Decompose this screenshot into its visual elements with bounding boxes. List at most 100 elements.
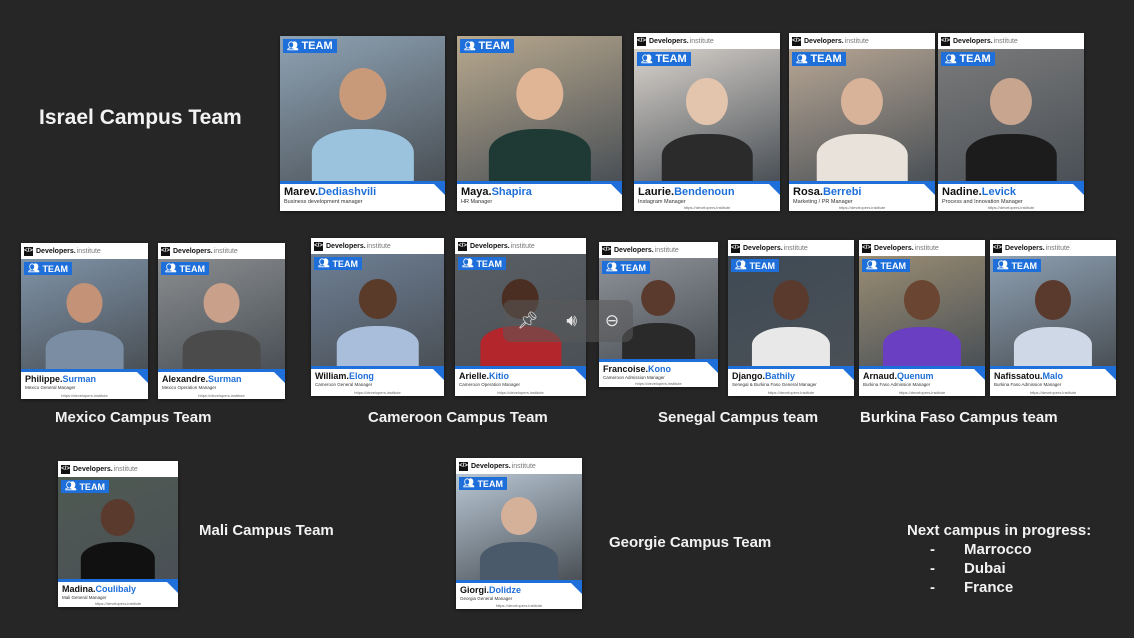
mexico-campus-heading: Mexico Campus Team [55,409,212,426]
person-silhouette [311,67,414,181]
member-role: Cameroon Admission Manager [603,375,665,380]
logo-brand-text: Developers. [614,246,654,254]
team-badge: 👥︎ TEAM [602,261,650,274]
team-member-card: 👥︎ TEAM Maya.Shapira HR Manager [457,36,622,211]
brand-mark-icon: </> [637,36,646,46]
team-badge-label: TEAM [655,53,687,65]
logo-brand-text: Developers. [470,242,510,250]
team-member-card: </> Developers. institute 👥︎ TEAM Rosa.Berr… [789,33,935,211]
card-url: https://developers.institute [495,603,543,608]
pin-icon[interactable]: 📌︎ [517,311,539,331]
people-icon: 👥︎ [28,263,40,273]
senegal-campus-heading: Senegal Campus team [658,409,819,426]
name-bar: Nadine.Levick Process and Innovation Man… [938,181,1084,211]
member-name: Nadine.Levick [942,186,1016,198]
name-bar: Philippe.Surman Mexico General Manager h… [21,369,148,399]
people-icon: 👥︎ [606,262,618,272]
developers-institute-logo: </> Developers. institute [311,238,444,254]
member-role: Cameroon General Manager [315,382,373,387]
logo-sub-text: institute [783,244,808,252]
speaker-icon[interactable]: 🔊︎ [566,311,577,331]
next-campus-dash-2: - [930,560,935,577]
person-silhouette [45,283,124,369]
member-role: Burkina Faso Admission Manager [863,382,931,387]
member-role: Mexico Operation Manager [162,385,217,390]
member-name: Nafissatou.Malo [994,371,1063,381]
developers-institute-logo: </> Developers. institute [599,242,718,258]
developers-institute-logo: </> Developers. institute [456,458,582,474]
member-photo [789,49,935,181]
developers-institute-logo: </> Developers. institute [789,33,935,49]
developers-institute-logo: </> Developers. institute [21,243,148,259]
person-silhouette [80,499,156,579]
team-badge-label: TEAM [477,478,503,489]
member-first-name: Marev. [284,186,319,198]
card-url: https://developers.institute [94,601,142,606]
people-icon: 👥︎ [165,263,177,273]
member-name: Laurie.Bendenoun [638,186,735,198]
logo-sub-text: institute [113,465,138,473]
next-campus-item: France [964,579,1014,596]
member-photo [938,49,1084,181]
team-badge: 👥︎ TEAM [283,39,337,53]
mali-campus-heading: Mali Campus Team [199,522,334,539]
member-name: Giorgi.Dolidze [460,585,521,595]
team-badge: 👥︎ TEAM [731,259,779,272]
brand-mark-icon: </> [792,36,801,46]
team-member-card: 👥︎ TEAM Marev.Dediashvili Business develo… [280,36,445,211]
people-icon: 👥︎ [463,478,475,488]
member-name: Philippe.Surman [25,374,96,384]
name-bar: Marev.Dediashvili Business development m… [280,181,445,211]
name-bar: Giorgi.Dolidze Georgia General Manager h… [456,580,582,609]
member-role: Mali General Manager [62,595,107,600]
member-photo [634,49,780,181]
member-photo [280,36,445,181]
name-bar: Arielle.Kitio Cameroon Operation Manager… [455,366,586,396]
member-photo [21,259,148,369]
member-role: Cameroon Operation Manager [459,382,521,387]
people-icon: 👥︎ [641,53,653,64]
team-badge: 👥︎ TEAM [459,477,507,490]
developers-institute-logo: </> Developers. institute [728,240,854,256]
member-photo [457,36,622,181]
member-last-name: Shapira [491,186,532,198]
member-name: Arnaud.Quenum [863,371,934,381]
team-badge: 👥︎ TEAM [460,39,514,53]
team-member-card: </> Developers. institute 👥︎ TEAM Laurie.Be… [634,33,780,211]
team-badge: 👥︎ TEAM [792,52,846,66]
minus-circle-icon[interactable]: ⊖ [605,311,619,331]
person-silhouette [1013,280,1093,366]
member-name: Arielle.Kitio [459,371,509,381]
name-bar: Rosa.Berrebi Marketing / PR Manager http… [789,181,935,211]
member-first-name: Rosa. [793,186,823,198]
brand-mark-icon: </> [161,246,170,256]
developers-institute-logo: </> Developers. institute [58,461,178,477]
people-icon: 👥︎ [796,53,808,64]
member-last-name: Coulibaly [95,584,137,594]
member-name: Rosa.Berrebi [793,186,862,198]
member-role: Business development manager [284,199,363,205]
team-badge-label: TEAM [959,53,991,65]
team-member-card: </> Developers. institute 👥︎ TEAM Nafissato… [990,240,1116,396]
name-bar: Madina.Coulibaly Mali General Manager ht… [58,579,178,607]
team-badge: 👥︎ TEAM [61,480,109,493]
developers-institute-logo: </> Developers. institute [158,243,285,259]
team-badge-label: TEAM [880,260,906,271]
logo-brand-text: Developers. [874,244,914,252]
team-badge-label: TEAM [179,263,205,274]
name-bar: Laurie.Bendenoun Instagram Manager https… [634,181,780,211]
team-member-card: </> Developers. institute 👥︎ TEAM Django.Ba… [728,240,854,396]
developers-institute-logo: </> Developers. institute [634,33,780,49]
card-url: https://developers.institute [198,393,245,398]
member-first-name: Nadine. [942,186,982,198]
logo-sub-text: institute [76,247,101,255]
developers-institute-logo: </> Developers. institute [990,240,1116,256]
member-last-name: Dediashvili [318,186,377,198]
member-last-name: Kono [648,364,672,374]
person-silhouette [488,67,591,181]
member-first-name: Giorgi. [460,585,489,595]
team-member-card: </> Developers. institute 👥︎ TEAM Alexandre… [158,243,285,399]
member-last-name: Quenum [897,371,934,381]
card-url: https://developers.institute [1029,390,1077,395]
logo-brand-text: Developers. [73,465,113,473]
